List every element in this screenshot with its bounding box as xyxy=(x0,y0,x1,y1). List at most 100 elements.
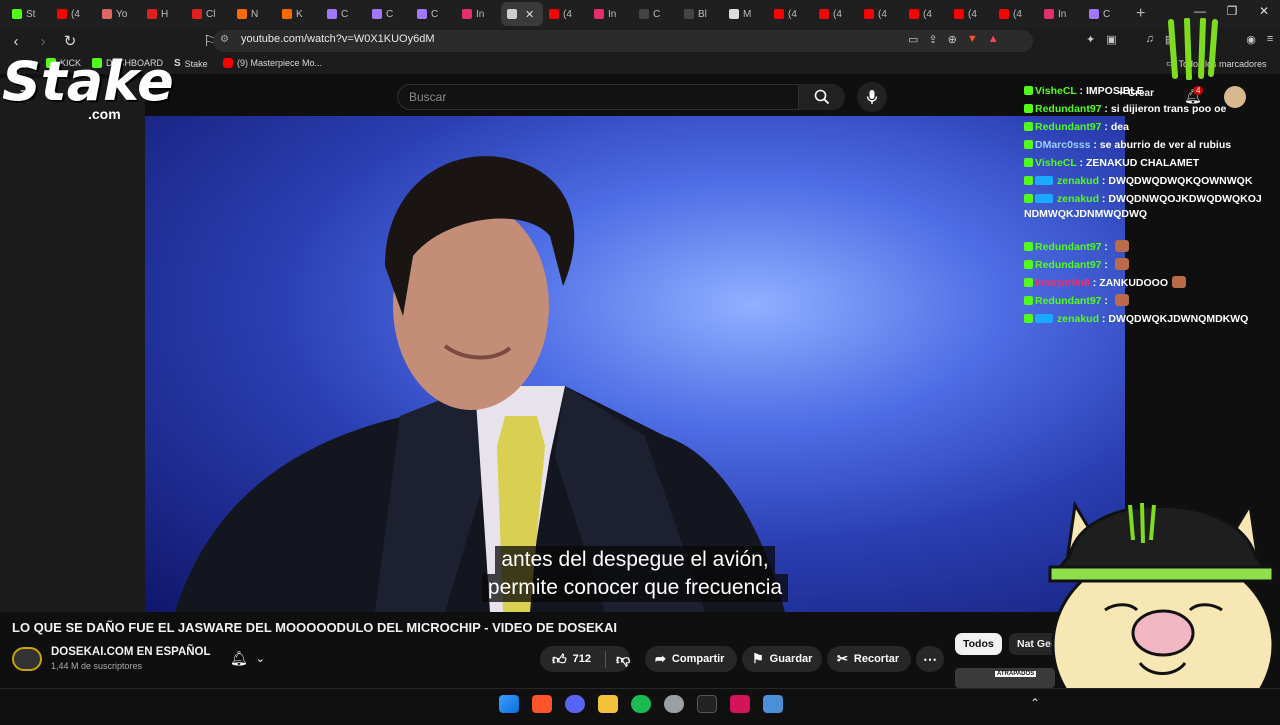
reload-icon[interactable]: ↻ xyxy=(59,32,81,50)
zoom-icon[interactable]: ⊕ xyxy=(948,33,957,46)
chat-text: ZANKUDOOO xyxy=(1099,277,1169,289)
browser-tab[interactable]: In xyxy=(1038,2,1083,26)
chat-separator: : xyxy=(1076,157,1086,169)
back-icon[interactable]: ‹ xyxy=(5,33,27,50)
browser-tab[interactable]: Bl xyxy=(678,2,723,26)
browser-tab[interactable]: M xyxy=(723,2,768,26)
site-info-icon[interactable]: ⚙ xyxy=(220,34,229,45)
share-button[interactable]: ➦ Compartir xyxy=(645,646,737,672)
calculator-icon[interactable] xyxy=(763,695,783,713)
maximize-icon[interactable]: ❐ xyxy=(1216,4,1248,18)
brave-rewards-icon[interactable]: ▲ xyxy=(988,33,999,46)
windows-start-icon[interactable] xyxy=(499,695,519,713)
browser-tab[interactable]: N xyxy=(231,2,276,26)
channel-name[interactable]: DOSEKAI.COM EN ESPAÑOL xyxy=(51,646,211,658)
chat-message: DMarc0sss : se aburrio de ver al rubius xyxy=(1024,138,1264,153)
chat-username[interactable]: DMarc0sss xyxy=(1035,139,1090,151)
steam-icon[interactable] xyxy=(664,695,684,713)
wallet-icon[interactable]: ▣ xyxy=(1106,33,1116,46)
tab-label: N xyxy=(251,8,259,20)
browser-tab[interactable]: C xyxy=(321,2,366,26)
cat-avatar-overlay xyxy=(1045,485,1280,725)
brave-shield-icon[interactable]: ▼ xyxy=(967,33,978,46)
cast-icon[interactable]: ▭ xyxy=(908,33,918,46)
chat-username[interactable]: VisheCL xyxy=(1035,157,1077,169)
close-window-icon[interactable]: ✕ xyxy=(1248,4,1280,18)
browser-tab[interactable]: (4 xyxy=(903,2,948,26)
browser-tab[interactable]: In xyxy=(456,2,501,26)
browser-tab[interactable]: K xyxy=(276,2,321,26)
tab-favicon-icon xyxy=(999,9,1009,19)
search-icon xyxy=(814,89,830,105)
share-icon[interactable]: ⇪ xyxy=(928,33,937,46)
chat-username[interactable]: Instrptr0n8 xyxy=(1035,277,1090,289)
thumbs-down-icon: 👎︎ xyxy=(616,650,631,667)
save-button[interactable]: ⚑ Guardar xyxy=(742,646,822,672)
browser-tab[interactable]: (4 xyxy=(813,2,858,26)
clip-label: Recortar xyxy=(853,653,900,665)
browser-tab[interactable]: C xyxy=(1083,2,1128,26)
chip-todos[interactable]: Todos xyxy=(955,633,1002,655)
channel-avatar[interactable] xyxy=(12,647,42,671)
app-icon[interactable] xyxy=(697,695,717,713)
menu-icon[interactable]: ≡ xyxy=(1267,33,1273,46)
recommended-thumbnail[interactable]: ATRAPADOS xyxy=(955,668,1055,688)
search-input[interactable] xyxy=(397,84,799,110)
brave-browser-icon[interactable] xyxy=(532,695,552,713)
more-actions-button[interactable]: ⋯ xyxy=(916,646,944,672)
close-tab-icon[interactable]: ✕ xyxy=(525,8,534,21)
browser-tab[interactable]: (4 xyxy=(948,2,993,26)
browser-tab[interactable]: In xyxy=(588,2,633,26)
browser-tab[interactable]: St xyxy=(6,2,51,26)
browser-tab[interactable]: Yo xyxy=(96,2,141,26)
bookmark-masterpiece[interactable]: (9) Masterpiece Mo... xyxy=(223,58,322,68)
video-player[interactable] xyxy=(145,116,1125,612)
voice-search-button[interactable] xyxy=(857,82,887,112)
tray-chevron-up-icon[interactable]: ⌃ xyxy=(1030,696,1040,710)
browser-tab[interactable]: C xyxy=(366,2,411,26)
chat-username[interactable]: zenakud xyxy=(1057,313,1099,325)
file-explorer-icon[interactable] xyxy=(598,695,618,713)
spotify-icon[interactable] xyxy=(631,695,651,713)
clip-button[interactable]: ✂ Recortar xyxy=(827,646,911,672)
browser-tab[interactable]: (4 xyxy=(51,2,96,26)
valorant-icon[interactable] xyxy=(730,695,750,713)
browser-tab[interactable]: C xyxy=(633,2,678,26)
browser-tab[interactable]: Cl xyxy=(186,2,231,26)
extensions-icon[interactable]: ✦ xyxy=(1086,33,1095,46)
url-text[interactable]: youtube.com/watch?v=W0X1KUOy6dM xyxy=(241,33,435,45)
browser-tab[interactable]: (4 xyxy=(543,2,588,26)
chat-username[interactable]: Redundant97 xyxy=(1035,121,1102,133)
chat-username[interactable]: Redundant97 xyxy=(1035,103,1102,115)
chat-username[interactable]: Redundant97 xyxy=(1035,241,1102,253)
chat-username[interactable]: zenakud xyxy=(1057,175,1099,187)
browser-tab[interactable]: (4 xyxy=(768,2,813,26)
browser-tab[interactable]: C xyxy=(411,2,456,26)
tab-label: (4 xyxy=(878,8,887,20)
chat-username[interactable]: Redundant97 xyxy=(1035,259,1102,271)
discord-icon[interactable] xyxy=(565,695,585,713)
tab-favicon-icon xyxy=(594,9,604,19)
browser-tab[interactable]: ✕ xyxy=(501,2,543,26)
chat-message: zenakud : DWQDWQKJDWNQMDKWQ xyxy=(1024,312,1264,327)
subscription-bell-button[interactable]: 🔔︎ ⌄ xyxy=(224,646,276,670)
search-button[interactable] xyxy=(799,84,845,110)
like-button[interactable]: 👍︎ 712 xyxy=(552,651,591,668)
bell-icon: 🔔︎ xyxy=(230,649,248,666)
browser-tab[interactable]: (4 xyxy=(858,2,903,26)
chat-username[interactable]: VisheCL xyxy=(1035,85,1077,97)
profile-icon[interactable]: ◉ xyxy=(1246,33,1256,46)
chat-username[interactable]: Redundant97 xyxy=(1035,295,1102,307)
minimize-icon[interactable]: — xyxy=(1184,4,1216,18)
new-tab-icon[interactable]: + xyxy=(1136,5,1145,23)
browser-tab[interactable]: (4 xyxy=(993,2,1038,26)
dislike-button[interactable]: 👎︎ xyxy=(605,650,631,668)
forward-icon[interactable]: › xyxy=(32,33,54,50)
tab-favicon-icon xyxy=(57,9,67,19)
share-label: Compartir xyxy=(671,653,725,665)
thumbs-up-icon: 👍︎ xyxy=(552,650,567,667)
chat-username[interactable]: zenakud xyxy=(1057,193,1099,205)
music-icon[interactable]: ♫ xyxy=(1146,33,1154,46)
browser-tab[interactable]: H xyxy=(141,2,186,26)
tab-favicon-icon xyxy=(237,9,247,19)
